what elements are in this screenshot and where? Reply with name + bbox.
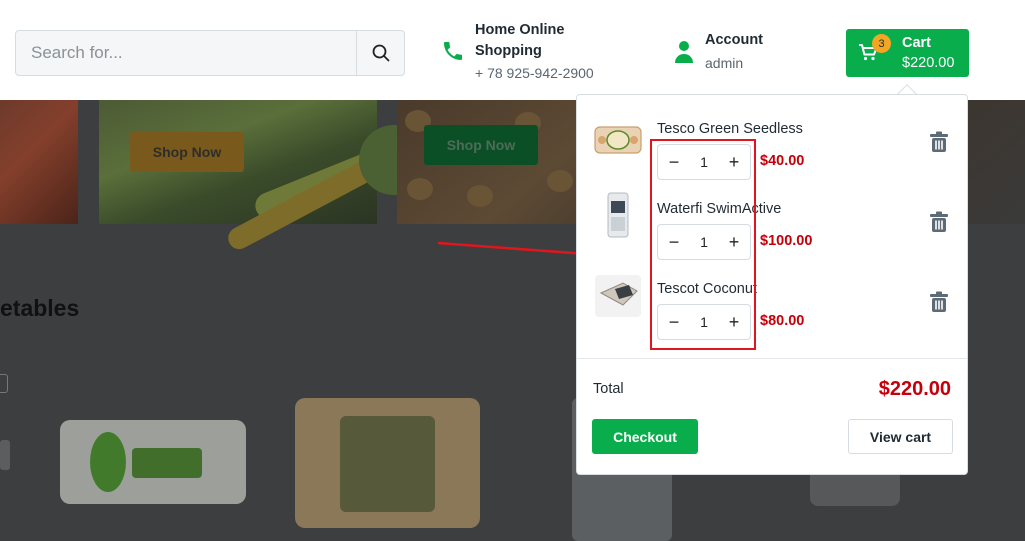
checkout-button[interactable]: Checkout — [592, 419, 698, 454]
site-header: Home Online Shopping + 78 925-942-2900 A… — [0, 0, 1025, 100]
total-value: $220.00 — [878, 378, 951, 400]
contact-title-line2: Shopping — [475, 43, 542, 59]
total-label: Total — [593, 381, 624, 397]
contact-info: Home Online Shopping + 78 925-942-2900 — [440, 20, 594, 81]
search-bar — [15, 30, 405, 76]
product-image[interactable] — [295, 398, 480, 528]
cart-count-badge: 3 — [872, 34, 891, 53]
search-icon — [372, 44, 389, 62]
contact-phone[interactable]: + 78 925-942-2900 — [475, 65, 594, 81]
phone-icon — [444, 41, 462, 60]
cart-item: Waterfi SwimActive − 1 + $100.00 — [577, 192, 967, 281]
account-user: admin — [705, 55, 744, 71]
cart-item: Tesco Green Seedless − 1 + $40.00 — [577, 121, 967, 201]
contact-title-line1: Home Online — [475, 22, 565, 38]
dropdown-divider — [577, 358, 967, 359]
cart-label: Cart — [902, 35, 932, 51]
cart-item: Tescot Coconut − 1 + $80.00 — [577, 275, 967, 361]
user-icon — [675, 41, 693, 63]
cart-item-price: $100.00 — [760, 233, 813, 249]
search-button[interactable] — [356, 31, 404, 75]
product-image[interactable] — [60, 420, 246, 504]
search-input[interactable] — [16, 31, 356, 75]
account-label: Account — [705, 32, 763, 48]
shop-now-button[interactable]: Shop Now — [130, 132, 244, 172]
cart-item-price: $80.00 — [760, 313, 805, 329]
section-title: etables — [0, 295, 80, 321]
shop-now-button[interactable]: Shop Now — [424, 125, 538, 165]
cart-item-name[interactable]: Tesco Green Seedless — [657, 121, 803, 137]
cart-button[interactable]: 3 Cart $220.00 — [846, 29, 969, 77]
account-link[interactable]: Account admin — [673, 32, 763, 71]
trash-icon[interactable] — [929, 291, 949, 313]
cart-total: $220.00 — [902, 55, 955, 71]
trash-icon[interactable] — [929, 131, 949, 153]
product-image[interactable] — [0, 440, 10, 470]
view-cart-button[interactable]: View cart — [848, 419, 953, 454]
product-thumbnail — [595, 275, 641, 317]
product-thumbnail — [594, 126, 642, 154]
annotation-highlight-box — [650, 139, 756, 350]
product-thumbnail — [607, 192, 629, 238]
category-tab[interactable] — [0, 374, 8, 393]
cart-item-price: $40.00 — [760, 153, 805, 169]
cart-dropdown: Tesco Green Seedless − 1 + $40.00 Waterf… — [576, 94, 968, 475]
banner-image-fruit — [0, 100, 78, 224]
trash-icon[interactable] — [929, 211, 949, 233]
